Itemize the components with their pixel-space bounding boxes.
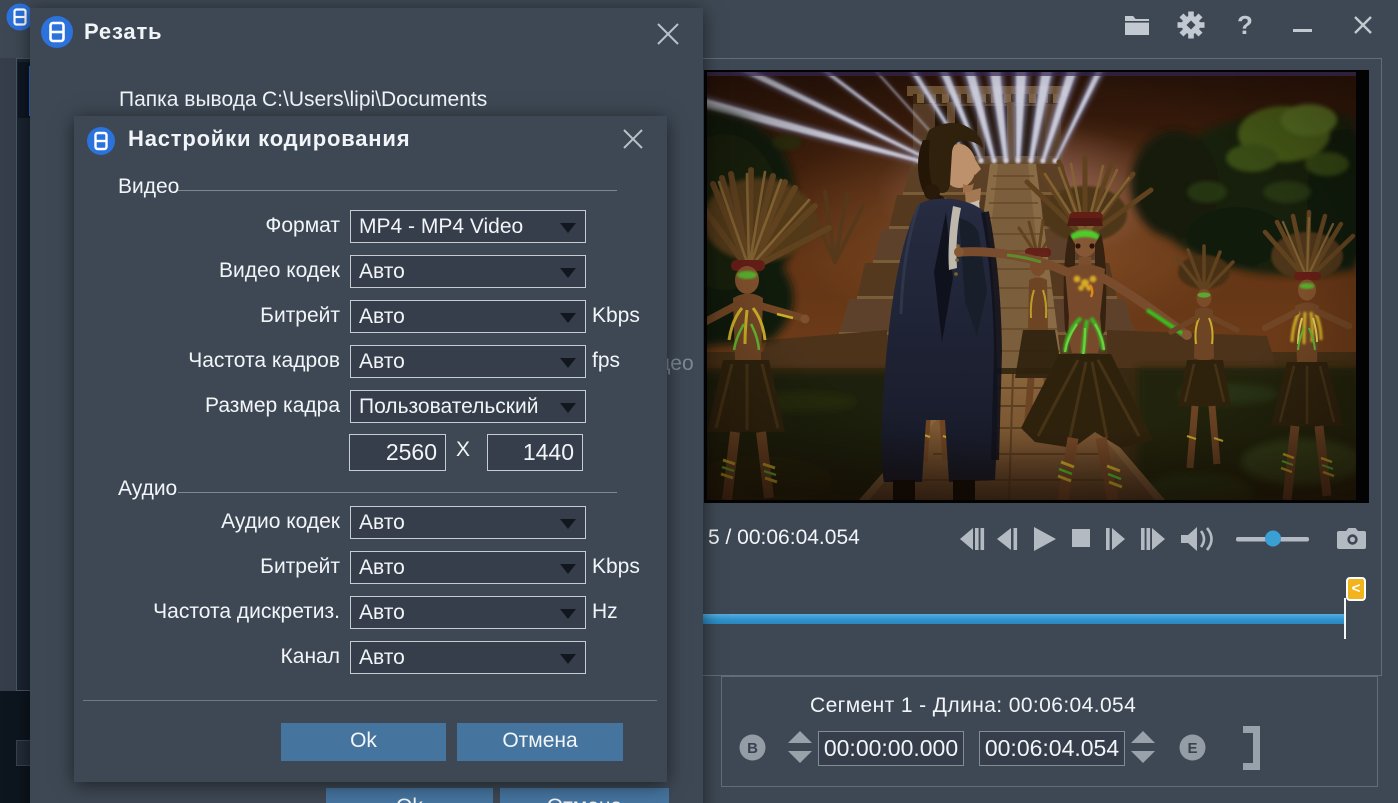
svg-text:E: E (1187, 740, 1197, 757)
svg-text:B: B (747, 740, 758, 757)
